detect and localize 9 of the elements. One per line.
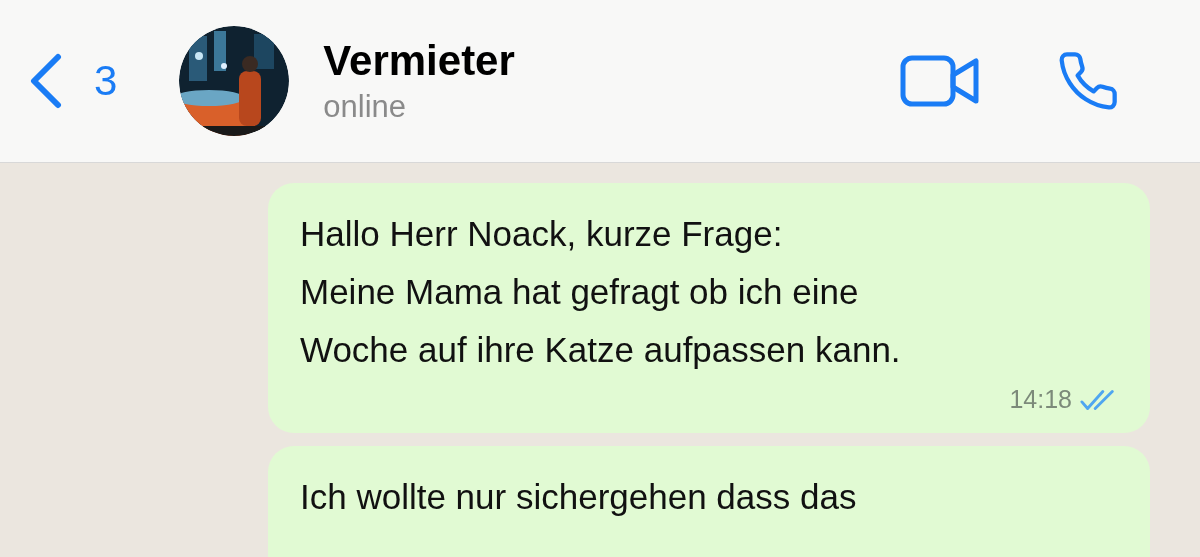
- back-chevron-icon: [28, 53, 64, 109]
- video-call-button[interactable]: [900, 55, 980, 107]
- message-time: 14:18: [1009, 384, 1072, 415]
- contact-name: Vermieter: [323, 36, 515, 87]
- video-camera-icon: [900, 55, 980, 107]
- message-text: Hallo Herr Noack, kurze Frage: Meine Mama hat gefragt ob ich eine Woche auf ihre Katze aufpassen kann.: [300, 213, 902, 371]
- contact-status: online: [323, 87, 408, 126]
- back-button[interactable]: 3: [28, 53, 118, 109]
- message-text: Ich wollte nur sichergehen dass das: [300, 475, 858, 518]
